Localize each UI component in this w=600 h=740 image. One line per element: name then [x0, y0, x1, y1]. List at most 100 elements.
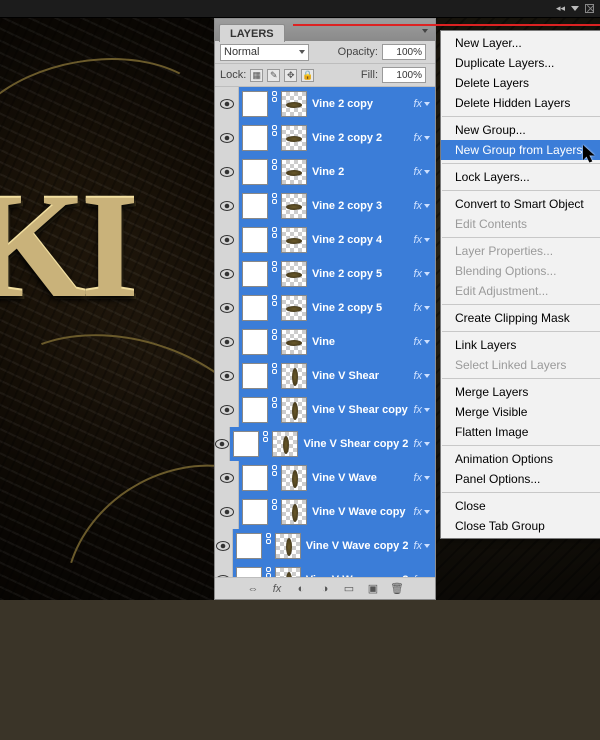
mask-thumbnail[interactable] — [242, 329, 268, 355]
layer-fx-indicator[interactable]: fx — [413, 166, 432, 178]
mask-thumbnail[interactable] — [242, 125, 268, 151]
layer-name[interactable]: Vine 2 copy 4 — [312, 234, 408, 246]
lock-transparent-button[interactable] — [250, 69, 263, 82]
layer-fx-indicator[interactable]: fx — [413, 98, 432, 110]
lock-position-button[interactable] — [284, 69, 297, 82]
layer-selected-area[interactable]: Vine 2 copy 5fx — [239, 291, 435, 325]
layer-selected-area[interactable]: Vine V Wave copyfx — [239, 495, 435, 529]
layer-thumbnail[interactable] — [281, 261, 307, 287]
layer-selected-area[interactable]: Vine 2 copy 2 fx — [239, 121, 435, 155]
layer-fx-indicator[interactable]: fx — [413, 234, 432, 246]
layer-row[interactable]: Vine 2 fx — [215, 155, 435, 189]
visibility-toggle[interactable] — [215, 223, 239, 257]
mask-link-icon[interactable] — [270, 499, 279, 525]
visibility-toggle[interactable] — [215, 393, 239, 427]
layer-fx-indicator[interactable]: fx — [413, 268, 432, 280]
mask-link-icon[interactable] — [270, 125, 279, 151]
lock-pixels-button[interactable] — [267, 69, 280, 82]
mask-link-icon[interactable] — [270, 91, 279, 117]
menu-item[interactable]: New Layer... — [441, 33, 600, 53]
layer-thumbnail[interactable] — [281, 91, 307, 117]
layer-thumbnail[interactable] — [281, 159, 307, 185]
mask-link-icon[interactable] — [264, 533, 273, 559]
link-layers-icon[interactable]: ⇔ — [246, 581, 261, 596]
layer-thumbnail[interactable] — [281, 397, 307, 423]
collapse-icon[interactable]: ◂◂ — [556, 3, 565, 14]
delete-layer-icon[interactable]: 🗑 — [390, 581, 405, 596]
menu-item[interactable]: Create Clipping Mask — [441, 308, 600, 328]
mask-link-icon[interactable] — [261, 431, 270, 457]
lock-all-button[interactable] — [301, 69, 314, 82]
visibility-toggle[interactable] — [215, 427, 230, 461]
visibility-toggle[interactable] — [215, 325, 239, 359]
layer-name[interactable]: Vine 2 — [312, 166, 408, 178]
mask-thumbnail[interactable] — [236, 567, 262, 578]
layer-selected-area[interactable]: Vine 2 copy fx — [239, 87, 435, 121]
layer-row[interactable]: Vine 2 copy 2 fx — [215, 121, 435, 155]
layer-name[interactable]: Vine V Wave copy — [312, 506, 408, 518]
mask-thumbnail[interactable] — [242, 261, 268, 287]
visibility-toggle[interactable] — [215, 87, 239, 121]
layer-fx-indicator[interactable]: fx — [413, 540, 432, 552]
layer-row[interactable]: Vine 2 copy 5fx — [215, 291, 435, 325]
new-group-icon[interactable]: ▭ — [342, 581, 357, 596]
layer-thumbnail[interactable] — [281, 227, 307, 253]
layer-row[interactable]: Vine V Wave copy 3fx — [215, 563, 435, 577]
visibility-toggle[interactable] — [215, 257, 239, 291]
layer-selected-area[interactable]: Vine 2 copy 3fx — [239, 189, 435, 223]
layer-name[interactable]: Vine 2 copy — [312, 98, 408, 110]
layer-row[interactable]: Vine V Wavefx — [215, 461, 435, 495]
layer-thumbnail[interactable] — [275, 533, 301, 559]
mask-thumbnail[interactable] — [236, 533, 262, 559]
layer-thumbnail[interactable] — [281, 499, 307, 525]
layer-selected-area[interactable]: Vine 2 fx — [239, 155, 435, 189]
layer-selected-area[interactable]: Vine V Wave copy 3fx — [233, 563, 435, 578]
mask-link-icon[interactable] — [270, 363, 279, 389]
mask-thumbnail[interactable] — [242, 397, 268, 423]
layer-thumbnail[interactable] — [272, 431, 298, 457]
layer-selected-area[interactable]: Vine 2 copy 5fx — [239, 257, 435, 291]
layer-selected-area[interactable]: Vine V Shearfx — [239, 359, 435, 393]
layer-fx-indicator[interactable]: fx — [413, 472, 432, 484]
layer-fx-indicator[interactable]: fx — [413, 132, 432, 144]
mask-thumbnail[interactable] — [242, 465, 268, 491]
menu-item[interactable]: Duplicate Layers... — [441, 53, 600, 73]
panel-flyout-menu[interactable]: New Layer...Duplicate Layers...Delete La… — [440, 30, 600, 539]
mask-link-icon[interactable] — [270, 465, 279, 491]
layer-row[interactable]: Vine V Wave copyfx — [215, 495, 435, 529]
layer-row[interactable]: Vine V Shearfx — [215, 359, 435, 393]
mask-thumbnail[interactable] — [242, 193, 268, 219]
layer-thumbnail[interactable] — [281, 329, 307, 355]
visibility-toggle[interactable] — [215, 121, 239, 155]
layer-fx-indicator[interactable]: fx — [413, 404, 432, 416]
layer-row[interactable]: Vine V Shear copy 2fx — [215, 427, 435, 461]
layer-row[interactable]: Vine V Wave copy 2 fx — [215, 529, 435, 563]
mask-thumbnail[interactable] — [242, 159, 268, 185]
menu-item[interactable]: Merge Layers — [441, 382, 600, 402]
mask-thumbnail[interactable] — [242, 227, 268, 253]
menu-item[interactable]: New Group from Layers... — [441, 140, 600, 160]
mask-link-icon[interactable] — [270, 261, 279, 287]
mask-thumbnail[interactable] — [233, 431, 259, 457]
mask-thumbnail[interactable] — [242, 91, 268, 117]
new-layer-icon[interactable]: ▣ — [366, 581, 381, 596]
layer-fx-indicator[interactable]: fx — [413, 336, 432, 348]
menu-item[interactable]: Animation Options — [441, 449, 600, 469]
layer-selected-area[interactable]: Vine 2 copy 4 fx — [239, 223, 435, 257]
layer-name[interactable]: Vine 2 copy 2 — [312, 132, 408, 144]
layer-fx-indicator[interactable]: fx — [413, 438, 432, 450]
visibility-toggle[interactable] — [215, 495, 239, 529]
layer-thumbnail[interactable] — [281, 125, 307, 151]
layer-selected-area[interactable]: Vine V Wavefx — [239, 461, 435, 495]
layer-selected-area[interactable]: Vine V Wave copy 2 fx — [233, 529, 435, 563]
menu-item[interactable]: Lock Layers... — [441, 167, 600, 187]
layer-fx-indicator[interactable]: fx — [413, 200, 432, 212]
layer-thumbnail[interactable] — [281, 193, 307, 219]
mask-link-icon[interactable] — [264, 567, 273, 578]
layer-row[interactable]: Vine 2 copy 4 fx — [215, 223, 435, 257]
opacity-input[interactable]: 100% — [382, 44, 426, 60]
mask-thumbnail[interactable] — [242, 499, 268, 525]
layer-name[interactable]: Vine V Wave copy 2 — [306, 540, 409, 552]
menu-item[interactable]: Link Layers — [441, 335, 600, 355]
visibility-toggle[interactable] — [215, 529, 233, 563]
